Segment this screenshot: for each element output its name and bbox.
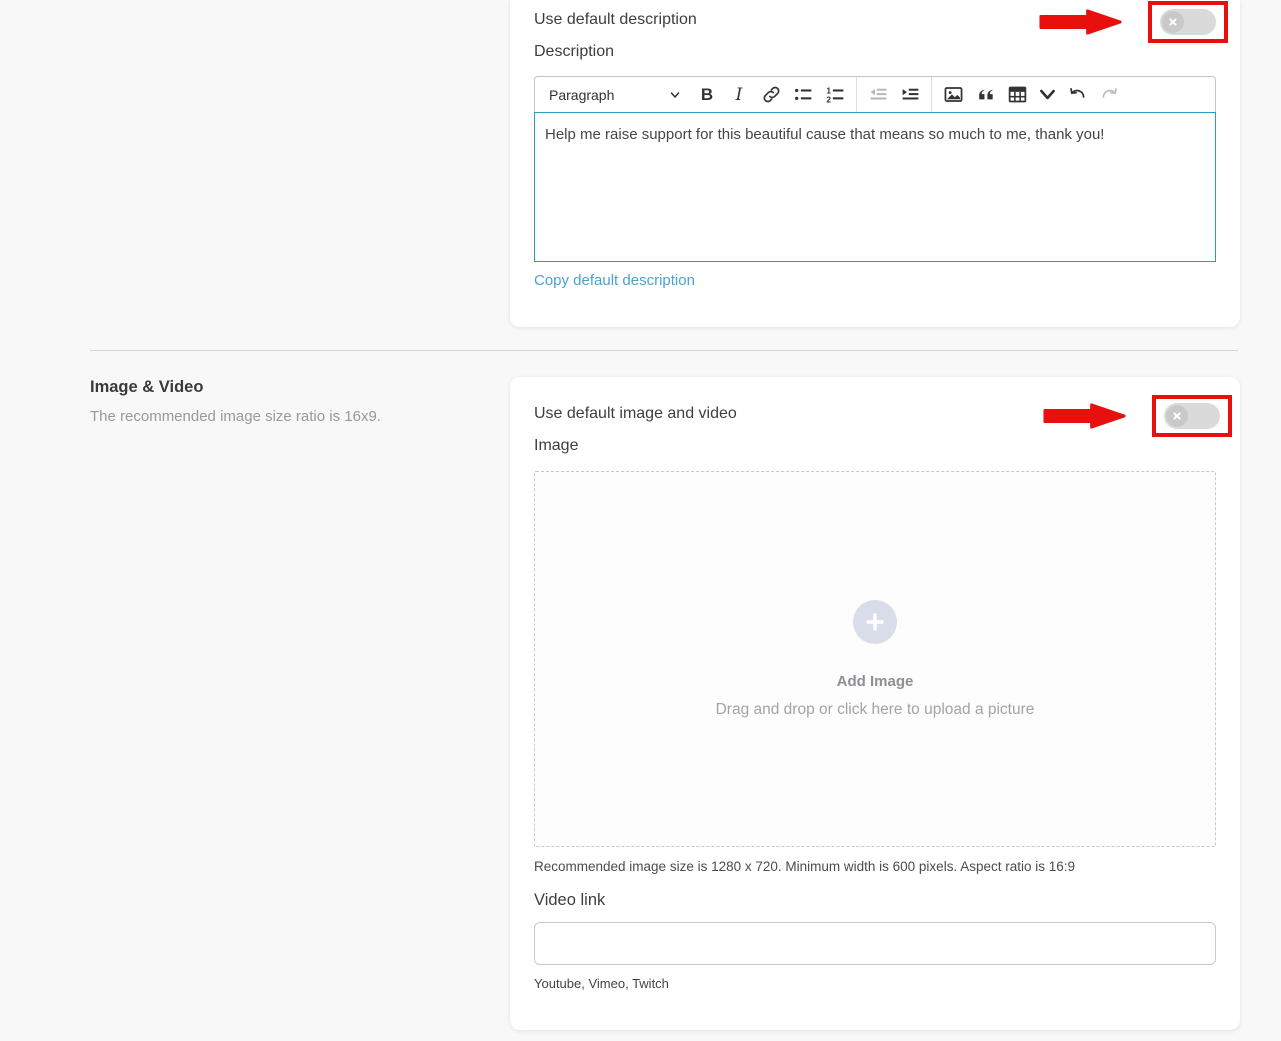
paragraph-style-label: Paragraph: [549, 87, 614, 103]
numbered-list-button[interactable]: 1 2: [819, 81, 851, 109]
blockquote-icon: [975, 84, 996, 105]
svg-text:1: 1: [826, 85, 831, 95]
blockquote-button[interactable]: [969, 81, 1001, 109]
section-title: Image & Video: [90, 378, 490, 397]
numbered-list-icon: 1 2: [825, 84, 846, 105]
image-label: Image: [534, 437, 1216, 455]
bulleted-list-button[interactable]: [787, 81, 819, 109]
redo-button[interactable]: [1093, 81, 1125, 109]
toolbar-separator: [931, 77, 932, 112]
image-upload-dropzone[interactable]: Add Image Drag and drop or click here to…: [534, 471, 1216, 847]
insert-table-button[interactable]: [1001, 81, 1033, 109]
annotation-highlight-box: [1148, 1, 1228, 43]
copy-default-description-link[interactable]: Copy default description: [534, 272, 695, 289]
description-label: Description: [534, 43, 1216, 61]
description-text: Help me raise support for this beautiful…: [545, 126, 1104, 143]
annotation-arrow-icon: [1036, 8, 1126, 36]
table-dropdown-button[interactable]: [1033, 81, 1061, 109]
undo-icon: [1067, 84, 1088, 105]
drag-drop-hint: Drag and drop or click here to upload a …: [716, 701, 1035, 719]
indent-button[interactable]: [894, 81, 926, 109]
link-icon: [761, 84, 782, 105]
editor-toolbar: Paragraph B I: [534, 76, 1216, 112]
description-editor-content[interactable]: Help me raise support for this beautiful…: [534, 112, 1216, 262]
image-video-card: Use default image and video Image Add Im…: [510, 377, 1240, 1030]
section-subtitle: The recommended image size ratio is 16x9…: [90, 408, 490, 425]
use-default-description-toggle-group: [1036, 1, 1228, 43]
outdent-icon: [868, 84, 889, 105]
outdent-button[interactable]: [862, 81, 894, 109]
chevron-down-icon: [669, 89, 681, 101]
use-default-image-video-toggle-group: [1040, 395, 1232, 437]
chevron-down-icon: [1037, 84, 1058, 105]
insert-image-button[interactable]: [937, 81, 969, 109]
bold-button[interactable]: B: [691, 81, 723, 109]
italic-button[interactable]: I: [723, 81, 755, 109]
add-image-plus-icon: [853, 600, 897, 644]
toggle-off-icon: [1162, 11, 1184, 33]
description-card: Use default description Description Para…: [510, 0, 1240, 327]
svg-text:2: 2: [826, 95, 831, 105]
video-link-input[interactable]: [534, 922, 1216, 965]
undo-button[interactable]: [1061, 81, 1093, 109]
use-default-description-toggle[interactable]: [1160, 9, 1216, 35]
image-size-hint: Recommended image size is 1280 x 720. Mi…: [534, 859, 1216, 875]
annotation-arrow-icon: [1040, 402, 1130, 430]
toggle-off-icon: [1166, 405, 1188, 427]
redo-icon: [1099, 84, 1120, 105]
section-divider: [90, 350, 1238, 351]
toolbar-separator: [856, 77, 857, 112]
use-default-image-video-toggle[interactable]: [1164, 403, 1220, 429]
bold-icon: B: [701, 85, 713, 105]
video-link-label: Video link: [534, 891, 1216, 910]
video-platforms-hint: Youtube, Vimeo, Twitch: [534, 976, 1216, 991]
link-button[interactable]: [755, 81, 787, 109]
insert-table-icon: [1007, 84, 1028, 105]
indent-icon: [900, 84, 921, 105]
bulleted-list-icon: [793, 84, 814, 105]
annotation-highlight-box: [1152, 395, 1232, 437]
insert-image-icon: [943, 84, 964, 105]
italic-icon: I: [736, 85, 743, 105]
image-video-section-head: Image & Video The recommended image size…: [90, 378, 490, 425]
paragraph-style-dropdown[interactable]: Paragraph: [541, 81, 691, 109]
add-image-label: Add Image: [837, 673, 914, 690]
rich-text-editor: Paragraph B I: [534, 76, 1216, 262]
